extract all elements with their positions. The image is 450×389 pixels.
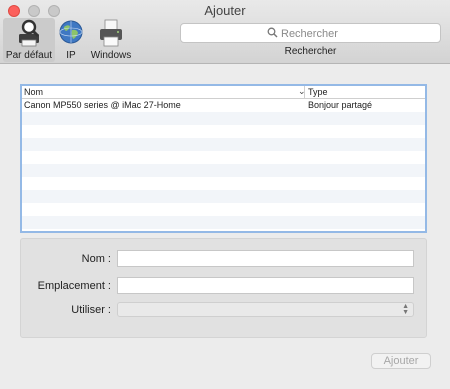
chevron-up-down-icon: ▲ ▼ xyxy=(402,303,409,316)
location-label: Emplacement : xyxy=(37,280,111,292)
printer-details-form: Nom : Emplacement : Utiliser : ▲ ▼ xyxy=(20,238,427,338)
search-icon xyxy=(267,27,278,38)
name-field[interactable] xyxy=(117,250,414,267)
column-divider[interactable] xyxy=(304,86,305,99)
empty-row xyxy=(22,216,425,229)
printer-list[interactable]: Nom ⌄ Type Canon MP550 series @ iMac 27-… xyxy=(20,84,427,233)
table-row[interactable]: Canon MP550 series @ iMac 27-Home Bonjou… xyxy=(22,99,425,112)
window-title: Ajouter xyxy=(204,3,246,18)
column-header-type[interactable]: Type xyxy=(308,87,328,97)
empty-row xyxy=(22,190,425,203)
location-field[interactable] xyxy=(117,277,414,294)
empty-row xyxy=(22,112,425,125)
printer-name: Canon MP550 series @ iMac 27-Home xyxy=(24,100,181,110)
empty-row xyxy=(22,229,425,231)
tab-default[interactable]: Par défaut xyxy=(3,18,55,62)
name-label: Nom : xyxy=(81,253,111,265)
printer-list-header: Nom ⌄ Type xyxy=(22,86,425,99)
printer-magnifier-icon xyxy=(19,19,40,47)
use-driver-select[interactable]: ▲ ▼ xyxy=(117,302,414,317)
toolbar: Ajouter Par défaut IP Windows Rechercher… xyxy=(0,0,450,64)
search-input[interactable] xyxy=(281,26,431,41)
empty-row xyxy=(22,151,425,164)
tab-ip[interactable]: IP xyxy=(58,18,84,62)
globe-icon xyxy=(59,20,83,44)
search-label: Rechercher xyxy=(284,46,337,57)
search-field[interactable] xyxy=(180,23,441,43)
column-header-name[interactable]: Nom xyxy=(24,87,43,97)
printer-rows: Canon MP550 series @ iMac 27-Home Bonjou… xyxy=(22,99,425,231)
empty-row xyxy=(22,177,425,190)
tab-default-label: Par défaut xyxy=(5,50,53,61)
tab-windows[interactable]: Windows xyxy=(88,18,134,62)
add-printer-window: Ajouter Par défaut IP Windows Rechercher… xyxy=(0,0,450,389)
empty-row xyxy=(22,138,425,151)
empty-row xyxy=(22,164,425,177)
add-button[interactable]: Ajouter xyxy=(371,353,431,369)
use-label: Utiliser : xyxy=(71,304,111,316)
printer-type: Bonjour partagé xyxy=(308,100,373,110)
tab-windows-label: Windows xyxy=(90,50,132,61)
tab-ip-label: IP xyxy=(66,50,76,61)
empty-row xyxy=(22,125,425,138)
empty-row xyxy=(22,203,425,216)
printer-icon xyxy=(100,19,122,47)
